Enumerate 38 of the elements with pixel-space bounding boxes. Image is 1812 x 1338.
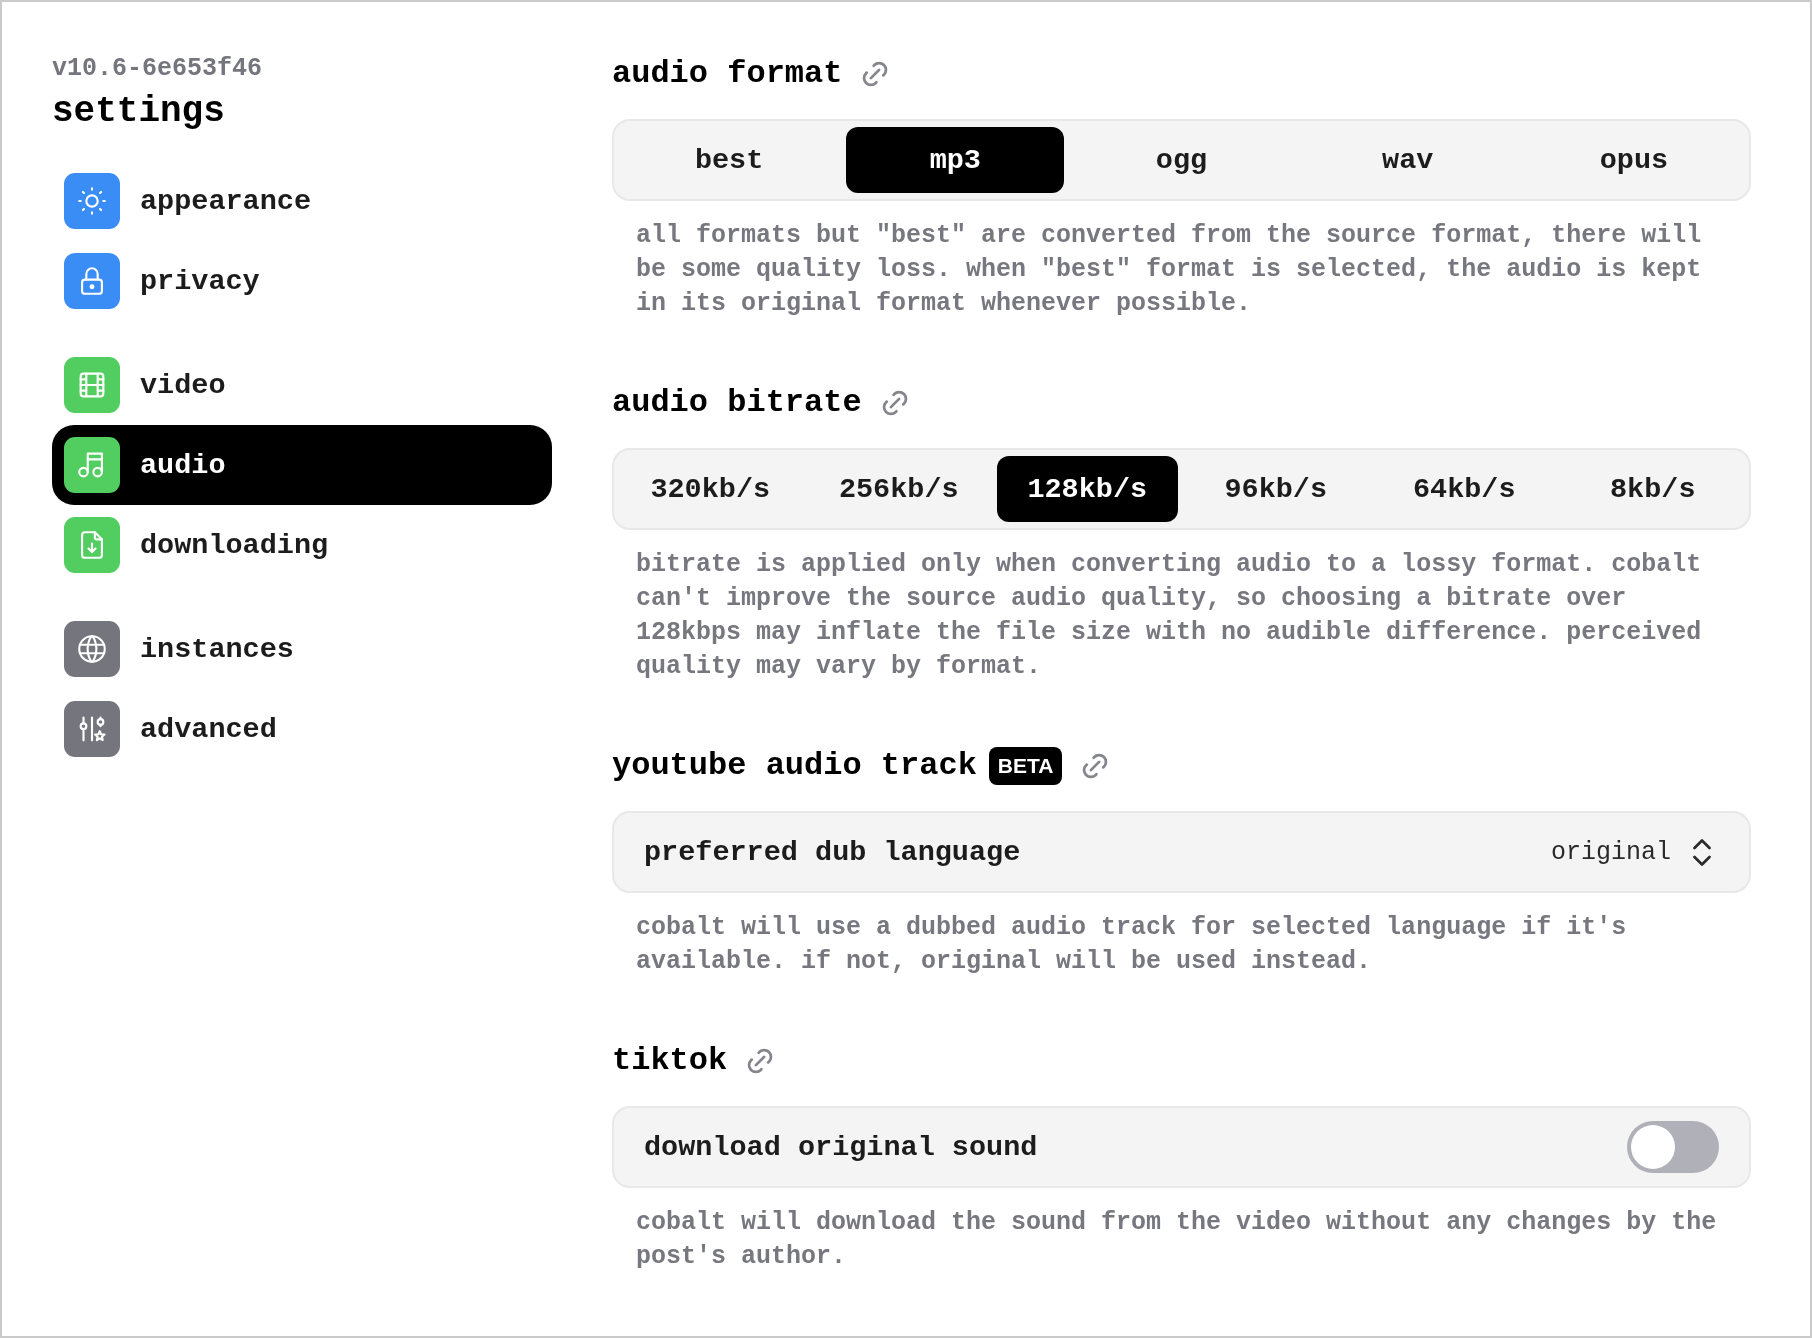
option-button[interactable]: mp3 xyxy=(846,127,1065,193)
setting-description: bitrate is applied only when converting audio to a lossy format. cobalt can't improve the source audio quality, so choosing a bitrate over 128kbps may inflate the file size with no audible difference. perceived quality may vary by format. xyxy=(635,549,1703,683)
nav-item[interactable]: video xyxy=(52,345,552,425)
nav-item[interactable]: audio xyxy=(52,425,552,505)
option-button[interactable]: 64kb/s xyxy=(1374,456,1555,522)
option-button[interactable]: opus xyxy=(1524,127,1743,193)
setting-description: cobalt will use a dubbed audio track for selected language if it's available. if not, original will be used instead. xyxy=(635,912,1628,978)
setting-label: preferred dub language xyxy=(644,835,1021,869)
link-icon[interactable] xyxy=(881,390,908,416)
nav-item[interactable]: privacy xyxy=(52,241,552,321)
section-title: audio format xyxy=(612,54,843,94)
toggle-switch[interactable] xyxy=(1627,1121,1719,1173)
setting-description: all formats but "best" are converted from the source format, there will be some quality loss. when "best" format is selected, the audio is kept in its original format whenever possible. xyxy=(635,220,1703,320)
option-button[interactable]: wav xyxy=(1298,127,1517,193)
link-icon[interactable] xyxy=(1082,753,1109,779)
nav-item[interactable]: instances xyxy=(52,609,552,689)
section-title: tiktok xyxy=(612,1041,728,1081)
setting-label: download original sound xyxy=(644,1130,1038,1164)
link-icon[interactable] xyxy=(747,1048,774,1074)
option-button[interactable]: 96kb/s xyxy=(1185,456,1366,522)
option-button[interactable]: 8kb/s xyxy=(1562,456,1743,522)
section-title: audio bitrate xyxy=(612,383,862,423)
chevron-up-down-icon[interactable] xyxy=(1693,838,1711,866)
option-button[interactable]: best xyxy=(620,127,839,193)
option-button[interactable]: 256kb/s xyxy=(808,456,989,522)
version-label: v10.6-6e653f46 xyxy=(52,54,264,84)
nav-item[interactable]: downloading xyxy=(52,505,552,585)
section-title: youtube audio track xyxy=(612,746,977,786)
beta-badge: BETA xyxy=(988,747,1063,785)
option-button[interactable]: ogg xyxy=(1072,127,1291,193)
setting-description: cobalt will download the sound from the video without any changes by the post's author. xyxy=(635,1207,1718,1273)
option-button[interactable]: 128kb/s xyxy=(997,456,1178,522)
option-button[interactable]: 320kb/s xyxy=(620,456,801,522)
nav-item[interactable]: appearance xyxy=(52,161,552,241)
language-dropdown[interactable]: original xyxy=(1550,837,1711,867)
link-icon[interactable] xyxy=(862,61,889,87)
nav-item[interactable]: advanced xyxy=(52,689,552,769)
settings-title: settings xyxy=(52,90,226,134)
